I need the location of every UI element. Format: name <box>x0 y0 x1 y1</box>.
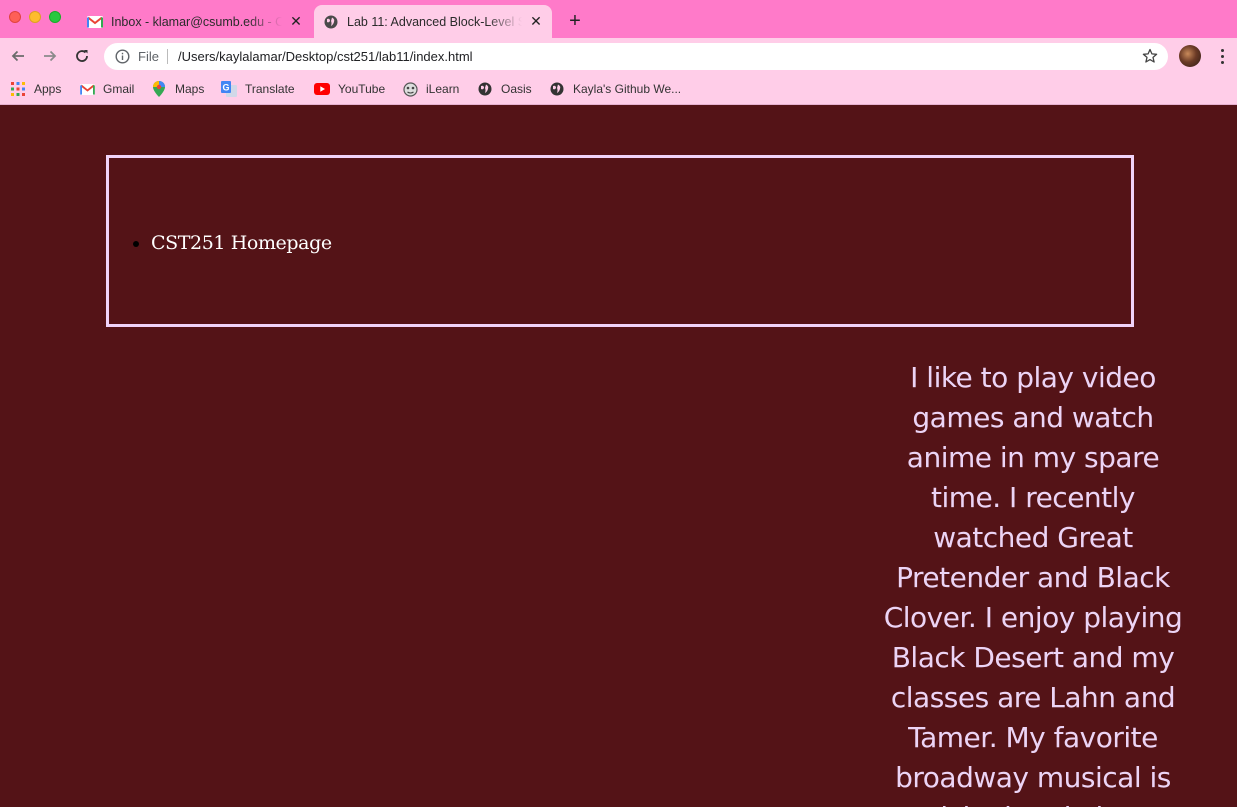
about-paragraph: I like to play video games and watch ani… <box>883 361 1183 807</box>
close-window-button[interactable] <box>9 11 21 23</box>
nav-box: CST251 Homepage <box>106 155 1134 327</box>
tab-title: Inbox - klamar@csumb.edu - Csumb <box>111 14 282 29</box>
close-tab-icon[interactable]: ✕ <box>288 13 304 30</box>
forward-button[interactable] <box>37 43 63 69</box>
maps-pin-icon <box>151 81 167 97</box>
scheme-label: File <box>138 49 159 64</box>
bookmark-translate[interactable]: G Translate <box>221 81 295 97</box>
globe-icon <box>477 81 493 97</box>
gmail-icon <box>79 81 95 97</box>
bookmark-label: Apps <box>34 82 62 96</box>
bookmark-ilearn[interactable]: iLearn <box>402 81 459 97</box>
gmail-icon <box>87 14 103 30</box>
info-icon[interactable] <box>115 49 130 64</box>
url-text[interactable]: /Users/kaylalamar/Desktop/cst251/lab11/i… <box>178 49 473 64</box>
svg-text:G: G <box>222 83 229 93</box>
globe-icon <box>549 81 565 97</box>
bookmark-maps[interactable]: Maps <box>151 81 204 97</box>
profile-avatar[interactable] <box>1179 45 1201 67</box>
tab-lab11[interactable]: Lab 11: Advanced Block-Level Styling ✕ <box>314 5 552 38</box>
nav-list: CST251 Homepage <box>151 232 332 254</box>
minimize-window-button[interactable] <box>29 11 41 23</box>
bookmark-kayla-github[interactable]: Kayla's Github We... <box>549 81 681 97</box>
bookmark-apps[interactable]: Apps <box>10 81 61 97</box>
bookmark-star-icon[interactable] <box>1142 48 1158 64</box>
ilearn-icon <box>402 81 418 97</box>
bookmark-label: Oasis <box>501 82 532 96</box>
back-arrow-icon <box>11 50 24 62</box>
bookmarks-bar: Apps Gmail Maps G Translate YouTube iLea… <box>0 74 1237 105</box>
tab-inbox[interactable]: Inbox - klamar@csumb.edu - Csumb ✕ <box>78 5 312 38</box>
forward-arrow-icon <box>44 50 57 62</box>
tab-title: Lab 11: Advanced Block-Level Styling <box>347 14 522 29</box>
translate-icon: G <box>221 81 237 97</box>
bookmark-label: YouTube <box>338 82 386 96</box>
bookmark-label: Gmail <box>103 82 135 96</box>
bookmark-label: Kayla's Github We... <box>573 82 682 96</box>
apps-grid-icon <box>10 81 26 97</box>
close-tab-icon[interactable]: ✕ <box>528 13 544 30</box>
address-bar[interactable]: File /Users/kaylalamar/Desktop/cst251/la… <box>104 43 1168 70</box>
bookmark-label: iLearn <box>426 82 460 96</box>
new-tab-button[interactable]: + <box>563 9 587 33</box>
back-button[interactable] <box>5 43 31 69</box>
bookmark-label: Maps <box>175 82 205 96</box>
nav-link-cst251-homepage[interactable]: CST251 Homepage <box>151 232 332 254</box>
bookmark-gmail[interactable]: Gmail <box>79 81 134 97</box>
youtube-icon <box>314 81 330 97</box>
bookmark-label: Translate <box>245 82 295 96</box>
divider <box>167 49 168 64</box>
globe-icon <box>323 14 339 30</box>
tab-strip: Inbox - klamar@csumb.edu - Csumb ✕ Lab 1… <box>0 0 1237 38</box>
bookmark-oasis[interactable]: Oasis <box>477 81 532 97</box>
reload-button[interactable] <box>69 43 95 69</box>
maximize-window-button[interactable] <box>49 11 61 23</box>
chrome-menu-icon[interactable] <box>1214 44 1230 68</box>
bookmark-youtube[interactable]: YouTube <box>314 81 385 97</box>
reload-icon <box>76 50 88 62</box>
